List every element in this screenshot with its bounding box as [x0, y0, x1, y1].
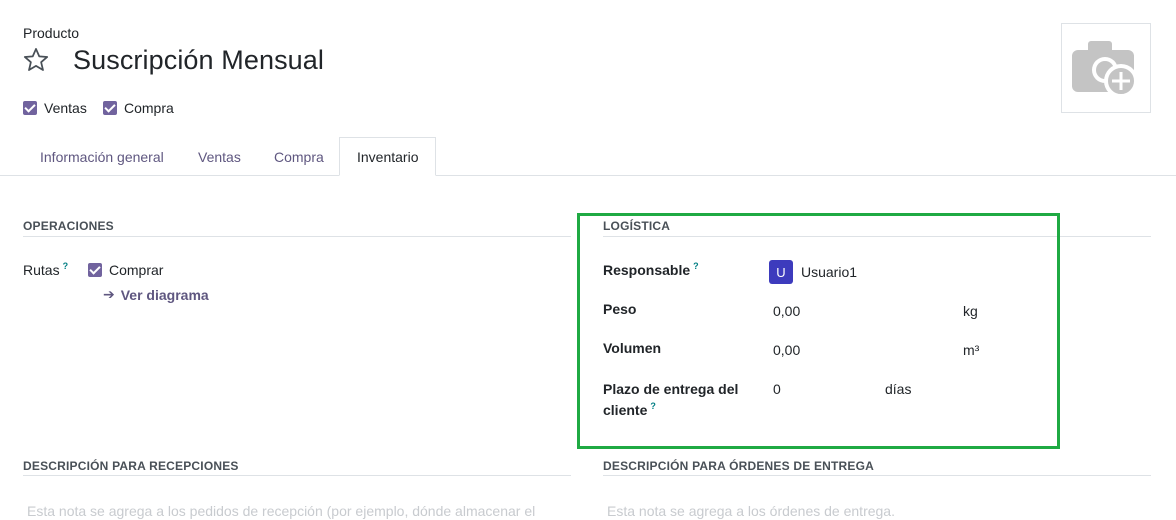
rutas-label-text: Rutas [23, 262, 60, 278]
ver-diagrama-label: Ver diagrama [120, 286, 209, 303]
tab-inventario[interactable]: Inventario [339, 137, 437, 176]
product-label: Producto [23, 25, 80, 41]
checkbox-ventas[interactable] [23, 101, 37, 115]
option-ventas-label: Ventas [44, 100, 87, 116]
route-comprar[interactable]: Comprar [88, 262, 163, 278]
tab-ventas[interactable]: Ventas [181, 137, 258, 176]
descripcion-recepciones-input[interactable]: Esta nota se agrega a los pedidos de rec… [27, 503, 535, 519]
tab-compra[interactable]: Compra [257, 137, 341, 176]
descripcion-entrega-title: DESCRIPCIÓN PARA ÓRDENES DE ENTREGA [603, 459, 875, 473]
descripcion-entrega-input[interactable]: Esta nota se agrega a los órdenes de ent… [607, 503, 895, 519]
descripcion-recepciones-rule [23, 475, 571, 476]
star-icon[interactable] [22, 46, 50, 74]
rutas-help-icon[interactable]: ? [63, 261, 69, 271]
option-compra[interactable]: Compra [103, 100, 174, 116]
product-image-upload[interactable] [1061, 23, 1151, 113]
ver-diagrama-link[interactable]: ➔ Ver diagrama [103, 286, 209, 303]
logistica-highlight-box [577, 213, 1060, 449]
checkbox-compra[interactable] [103, 101, 117, 115]
camera-add-icon [1072, 41, 1138, 98]
route-comprar-label: Comprar [109, 262, 164, 278]
descripcion-entrega-rule [603, 475, 1151, 476]
descripcion-recepciones-title: DESCRIPCIÓN PARA RECEPCIONES [23, 459, 239, 473]
tab-informacion-general[interactable]: Información general [23, 137, 181, 176]
option-compra-label: Compra [124, 100, 174, 116]
arrow-right-icon: ➔ [103, 286, 115, 302]
operaciones-rule [23, 236, 571, 237]
option-ventas[interactable]: Ventas [23, 100, 87, 116]
checkbox-comprar[interactable] [88, 263, 102, 277]
rutas-label: Rutas? [23, 261, 69, 278]
product-title[interactable]: Suscripción Mensual [73, 45, 324, 76]
operaciones-title: OPERACIONES [23, 219, 114, 233]
